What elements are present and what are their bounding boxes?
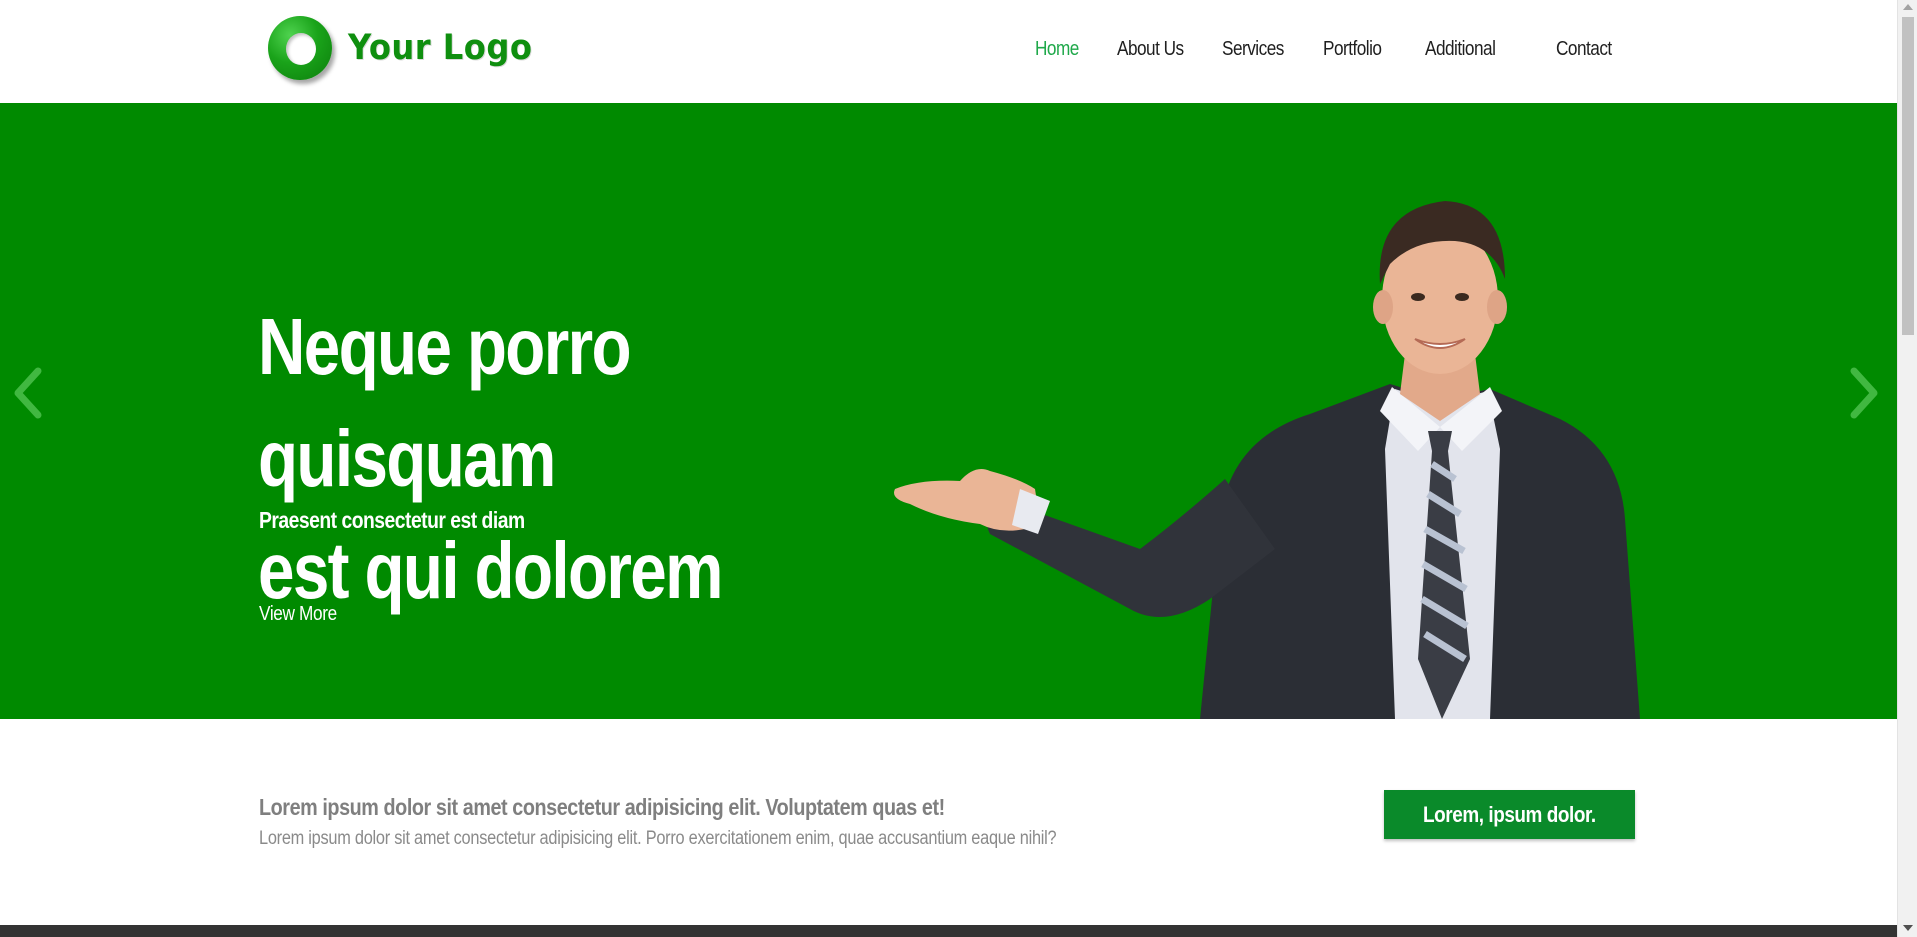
cta-button-label: Lorem, ipsum dolor.: [1423, 801, 1596, 827]
cta-button[interactable]: Lorem, ipsum dolor.: [1384, 790, 1635, 839]
hero-title-line-1: Neque porro quisquam: [258, 302, 632, 503]
scroll-down-arrow-icon[interactable]: [1903, 925, 1913, 931]
hero-title-line-2: est qui dolorem: [258, 526, 723, 615]
nav-item-portfolio[interactable]: Portfolio: [1323, 38, 1382, 61]
businessman-presenting-photo: [894, 201, 1640, 719]
site-header: Your Logo Home About Us Services Portfol…: [0, 0, 1897, 103]
nav-item-contact[interactable]: Contact: [1556, 38, 1612, 61]
scroll-thumb[interactable]: [1902, 17, 1914, 335]
nav-item-about-us[interactable]: About Us: [1117, 38, 1184, 61]
scroll-up-arrow-icon[interactable]: [1903, 4, 1913, 10]
intro-heading: Lorem ipsum dolor sit amet consectetur a…: [259, 794, 945, 820]
hero-title: Neque porro quisquam est qui dolorem: [258, 291, 848, 627]
nav-item-home[interactable]: Home: [1035, 38, 1079, 61]
main-nav: Home About Us Services Portfolio Additio…: [0, 38, 1897, 68]
chevron-left-icon[interactable]: [8, 363, 48, 423]
page-scrollbar[interactable]: [1897, 0, 1917, 937]
footer-strip: [0, 925, 1897, 937]
nav-item-additional[interactable]: Additional: [1425, 38, 1496, 61]
intro-text: Lorem ipsum dolor sit amet consectetur a…: [259, 828, 1057, 849]
nav-item-services[interactable]: Services: [1222, 38, 1284, 61]
view-more-link[interactable]: View More: [259, 603, 337, 626]
chevron-right-icon[interactable]: [1844, 363, 1884, 423]
hero-subtitle: Praesent consectetur est diam: [259, 507, 525, 533]
intro-section: Lorem ipsum dolor sit amet consectetur a…: [0, 719, 1897, 925]
hero-slider: Neque porro quisquam est qui dolorem Pra…: [0, 103, 1897, 719]
